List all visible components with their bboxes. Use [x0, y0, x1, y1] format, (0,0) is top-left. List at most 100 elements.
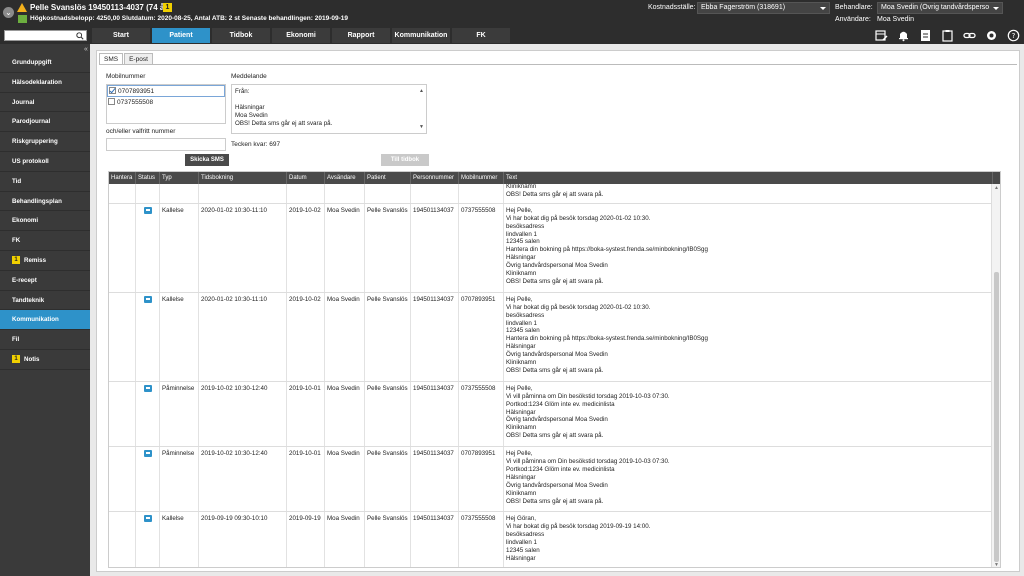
search-input[interactable] — [4, 30, 87, 41]
scroll-down-icon[interactable]: ▼ — [994, 562, 999, 567]
cell-avsandare — [325, 184, 365, 203]
message-line: Hälsningar — [235, 104, 265, 111]
cell-hantera[interactable] — [109, 292, 136, 381]
table-row[interactable]: Påminnelse 2019-10-02 10:30-12:40 2019-10-… — [109, 447, 1000, 513]
cell-hantera[interactable] — [109, 203, 136, 292]
sidebar-item-us-protokoll[interactable]: US protokoll — [0, 152, 90, 172]
kostnadsstalle-select[interactable]: Ebba Fagerström (318691) — [697, 2, 830, 14]
tab-fk[interactable]: FK — [452, 28, 510, 43]
sidebar-item-notis[interactable]: 1 Notis — [0, 350, 90, 370]
checkbox[interactable] — [108, 97, 115, 105]
mobilnummer-row[interactable]: 0707893951 — [107, 85, 225, 97]
cell-personnummer: 194501134037 — [411, 203, 459, 292]
scroll-thumb[interactable] — [994, 272, 999, 562]
message-line — [235, 96, 423, 104]
tab-ekonomi[interactable]: Ekonomi — [272, 28, 330, 43]
column-header-text[interactable]: Text — [504, 172, 993, 184]
scroll-up-icon[interactable]: ▲ — [419, 87, 424, 95]
tab-tidbok[interactable]: Tidbok — [212, 28, 270, 43]
note-icon[interactable] — [919, 29, 932, 42]
chevron-down-icon — [993, 7, 999, 10]
sidebar-item-label: Tid — [12, 177, 22, 185]
tab-patient[interactable]: Patient — [152, 28, 210, 43]
cell-text: Hej Pelle, Vi vill påminna om Din besökst… — [504, 447, 993, 512]
column-header-tidsbokning[interactable]: Tidsbokning — [199, 172, 287, 184]
scroll-down-icon[interactable]: ▼ — [419, 123, 424, 131]
sidebar-item-tid[interactable]: Tid — [0, 172, 90, 192]
checkbox[interactable] — [109, 86, 116, 94]
message-line: OBS! Detta sms går ej att svara på. — [506, 277, 604, 285]
column-header-mobilnummer[interactable]: Mobilnummer — [459, 172, 504, 184]
patient-badge: 1 — [163, 3, 172, 12]
column-header-hantera[interactable]: Hantera — [109, 172, 136, 184]
patient-name[interactable]: Pelle Svanslös 19450113-4037 (74 år) — [30, 3, 170, 12]
search-icon[interactable] — [76, 32, 84, 40]
link-icon[interactable] — [963, 29, 976, 42]
to-tidbok-button[interactable]: Till tidbok — [381, 154, 429, 166]
column-header-avsändare[interactable]: Avsändare — [325, 172, 365, 184]
cell-hantera[interactable] — [109, 447, 136, 512]
scroll-up-icon[interactable]: ▲ — [994, 185, 999, 191]
column-header-typ[interactable]: Typ — [160, 172, 199, 184]
sidebar-item-hälsodeklaration[interactable]: Hälsodeklaration — [0, 73, 90, 93]
cell-hantera[interactable] — [109, 381, 136, 447]
tab-kommunikation[interactable]: Kommunikation — [392, 28, 450, 43]
message-line: Hej Pelle, — [506, 295, 533, 303]
sidebar-item-ekonomi[interactable]: Ekonomi — [0, 211, 90, 232]
subtab-epost[interactable]: E-post — [124, 53, 153, 64]
tab-rapport[interactable]: Rapport — [332, 28, 390, 43]
sidebar-item-riskgruppering[interactable]: Riskgruppering — [0, 132, 90, 152]
behandlare-select[interactable]: Moa Svedin (Övrig tandvårdsperso — [877, 2, 1003, 14]
table-row[interactable]: Påminnelse 2019-10-02 10:30-12:40 2019-10-… — [109, 381, 1000, 448]
bell-icon[interactable] — [897, 29, 910, 42]
valfritt-nummer-input[interactable] — [106, 138, 226, 151]
tab-start[interactable]: Start — [92, 28, 150, 43]
column-header-datum[interactable]: Datum — [287, 172, 325, 184]
sidebar-item-parodjournal[interactable]: Parodjournal — [0, 112, 90, 133]
clipboard-icon[interactable] — [941, 29, 954, 42]
cell-tidsbokning — [199, 184, 287, 203]
table-row[interactable]: Kallelse 2020-01-02 10:30-11:10 2019-10-02… — [109, 203, 1000, 293]
table-scrollbar[interactable]: ▲ ▼ — [991, 184, 1000, 567]
cell-tidsbokning: 2020-01-02 10:30-11:10 — [199, 292, 287, 381]
help-icon[interactable]: ? — [1007, 29, 1020, 42]
sidebar-item-kommunikation[interactable]: Kommunikation — [0, 310, 90, 331]
table-row[interactable]: Kallelse 2019-09-19 09:30-10:10 2019-09-19… — [109, 512, 1000, 567]
menu-icon[interactable]: ⌄ — [3, 7, 14, 18]
cell-status — [136, 512, 160, 567]
message-line: Hej Pelle, — [506, 384, 533, 392]
sidebar-item-journal[interactable]: Journal — [0, 93, 90, 113]
sidebar-item-remiss[interactable]: 1 Remiss — [0, 251, 90, 271]
cell-typ: Påminnelse — [160, 447, 199, 512]
sidebar-item-fil[interactable]: Fil — [0, 330, 90, 350]
cell-datum — [287, 184, 325, 203]
message-line: 12345 salen — [506, 327, 540, 335]
sidebar-item-e-recept[interactable]: E-recept — [0, 271, 90, 291]
behandlare-label: Behandlare: — [835, 4, 873, 11]
message-line: Vi vill påminna om Din besökstid torsdag… — [506, 458, 670, 465]
message-line: OBS! Detta sms går ej att svara på. — [506, 432, 604, 440]
mobilnummer-row[interactable]: 0737555508 — [107, 97, 225, 109]
cell-status — [136, 292, 160, 381]
table-row[interactable]: Kallelse 2020-01-02 10:30-11:10 2019-10-02… — [109, 292, 1000, 382]
cell-datum: 2019-10-01 — [287, 381, 325, 447]
calendar-edit-icon[interactable] — [875, 29, 888, 42]
sidebar-item-label: Ekonomi — [12, 217, 39, 225]
table-row[interactable]: Kliniknamn OBS! Detta sms går ej att svar… — [109, 184, 1000, 204]
column-header-personnummer[interactable]: Personnummer — [411, 172, 459, 184]
sidebar-item-fk[interactable]: FK — [0, 231, 90, 251]
sidebar-item-tandteknik[interactable]: Tandteknik — [0, 291, 90, 311]
message-textarea[interactable]: ▲ ▼ Från: Hälsningar Moa Svedin OBS! Detta… — [231, 84, 427, 134]
sidebar-item-behandlingsplan[interactable]: Behandlingsplan — [0, 192, 90, 212]
cell-hantera[interactable] — [109, 512, 136, 567]
gear-icon[interactable] — [985, 29, 998, 42]
subtab-sms[interactable]: SMS — [99, 53, 124, 64]
sidebar-item-grunduppgift[interactable]: Grunduppgift — [0, 53, 90, 73]
column-header-status[interactable]: Status — [136, 172, 160, 184]
cell-datum: 2019-09-19 — [287, 512, 325, 567]
send-sms-button[interactable]: Skicka SMS — [185, 154, 229, 166]
column-header-patient[interactable]: Patient — [365, 172, 411, 184]
cell-hantera[interactable] — [109, 184, 136, 203]
sidebar-collapse-icon[interactable]: « — [84, 46, 88, 53]
patient-info: Högkostnadsbelopp: 4250,00 Slutdatum: 20… — [30, 15, 348, 22]
